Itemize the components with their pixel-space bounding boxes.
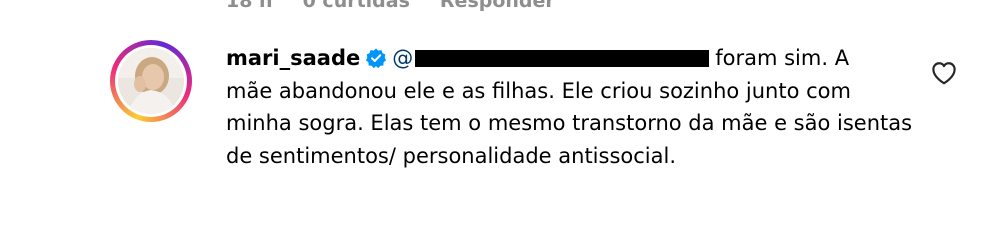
comment-body: mari_saade @ foram sim. A mãe abandonou el… (226, 42, 916, 172)
redacted-mention (415, 50, 710, 67)
avatar[interactable] (110, 40, 192, 122)
previous-comment-meta: 18 h 0 curtidas Responder (226, 0, 555, 12)
comment-text-first-line: foram sim. A (715, 46, 850, 70)
verified-badge-icon (366, 45, 387, 69)
comment-username[interactable]: mari_saade (226, 46, 360, 70)
heart-outline-icon[interactable] (931, 61, 957, 85)
avatar-ring-gap (115, 45, 187, 117)
previous-comment-likes[interactable]: 0 curtidas (303, 0, 410, 12)
comment-text: mãe abandonou ele e as filhas. Ele criou… (226, 78, 913, 168)
avatar-photo (118, 48, 184, 114)
previous-comment-reply-button[interactable]: Responder (440, 0, 555, 12)
previous-comment-time: 18 h (226, 0, 273, 12)
avatar-image (118, 48, 184, 114)
comment-mention-link[interactable]: @ (392, 46, 413, 70)
